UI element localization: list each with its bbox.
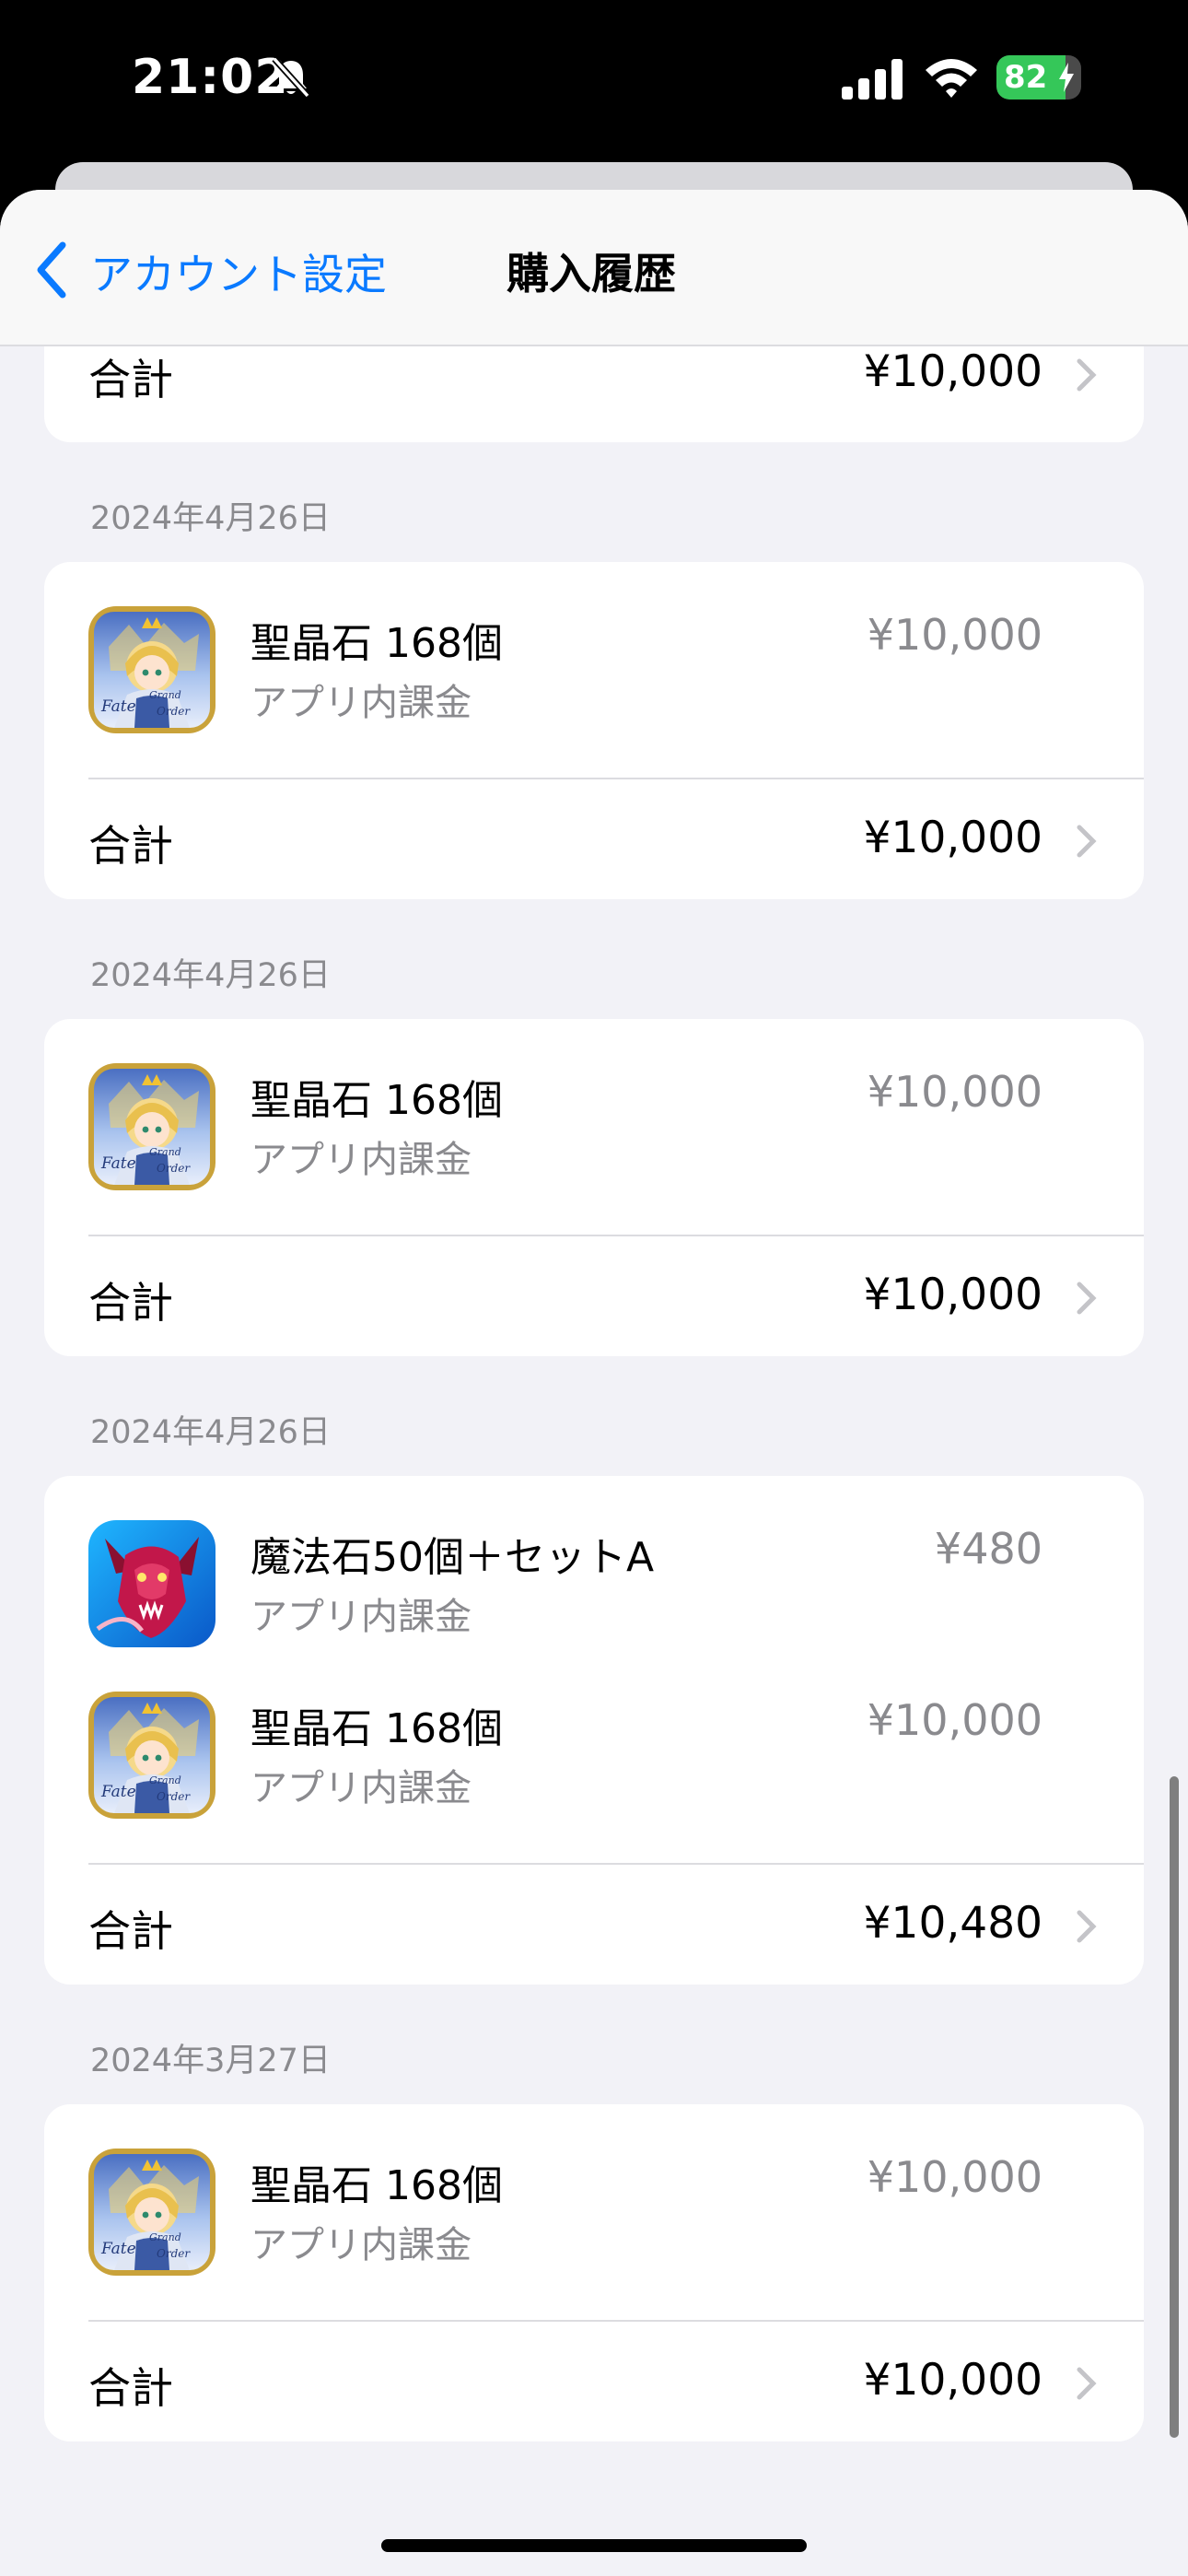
navigation-bar: アカウント設定 購入履歴 — [0, 190, 1188, 346]
item-title: 聖晶石 168個 — [250, 2162, 503, 2209]
total-label: 合計 — [88, 2363, 173, 2413]
item-price: ¥10,000 — [867, 2152, 1042, 2202]
total-label: 合計 — [88, 1278, 173, 1328]
fate-grand-order-icon — [88, 1692, 215, 1819]
chevron-right-icon — [1077, 1282, 1097, 1315]
item-type: アプリ内課金 — [250, 1767, 472, 1809]
fate-grand-order-icon — [88, 2149, 215, 2276]
purchase-item[interactable]: 魔法石50個＋セットA アプリ内課金 ¥480 — [44, 1476, 1144, 1647]
total-label: 合計 — [88, 1906, 173, 1956]
item-title: 魔法石50個＋セットA — [250, 1534, 655, 1581]
item-type: アプリ内課金 — [250, 2224, 472, 2266]
item-title: 聖晶石 168個 — [250, 1705, 503, 1752]
item-price: ¥10,000 — [867, 1695, 1042, 1745]
purchase-date: 2024年4月26日 — [90, 1414, 331, 1451]
purchase-item[interactable]: 聖晶石 168個 アプリ内課金 ¥10,000 — [44, 562, 1144, 733]
fate-grand-order-icon — [88, 606, 215, 733]
chevron-right-icon — [1077, 2367, 1097, 2400]
total-price: ¥10,480 — [863, 1898, 1042, 1949]
purchase-date: 2024年4月26日 — [90, 500, 331, 537]
total-row[interactable]: 合計 ¥10,480 — [44, 1865, 1144, 1985]
item-type: アプリ内課金 — [250, 682, 472, 724]
chevron-right-icon — [1077, 358, 1097, 392]
wifi-icon — [926, 59, 977, 98]
total-price: ¥10,000 — [863, 813, 1042, 863]
page-title: 購入履歴 — [507, 249, 676, 299]
status-time: 21:02 — [132, 50, 289, 105]
purchase-card[interactable]: 聖晶石 168個 アプリ内課金 ¥10,000 合計 ¥10,000 — [44, 1019, 1144, 1356]
item-price: ¥480 — [934, 1524, 1042, 1574]
item-price: ¥10,000 — [867, 1067, 1042, 1117]
item-type: アプリ内課金 — [250, 1139, 472, 1181]
item-price: ¥10,000 — [867, 610, 1042, 660]
purchase-card[interactable]: 魔法石50個＋セットA アプリ内課金 ¥480 聖晶石 168個 アプリ内課金 … — [44, 1476, 1144, 1985]
scrollbar[interactable] — [1170, 1776, 1179, 2438]
purchase-date: 2024年4月26日 — [90, 957, 331, 994]
purchase-date: 2024年3月27日 — [90, 2043, 331, 2079]
purchase-card[interactable]: 聖晶石 168個 アプリ内課金 ¥10,000 合計 ¥10,000 — [44, 562, 1144, 899]
battery-percentage: 82 — [1004, 59, 1048, 96]
purchase-item[interactable]: 聖晶石 168個 アプリ内課金 ¥10,000 — [44, 1647, 1144, 1819]
total-price: ¥10,000 — [863, 346, 1042, 397]
chevron-right-icon — [1077, 1910, 1097, 1943]
purchase-item[interactable]: 聖晶石 168個 アプリ内課金 ¥10,000 — [44, 1019, 1144, 1190]
total-price: ¥10,000 — [863, 1270, 1042, 1320]
item-title: 聖晶石 168個 — [250, 620, 503, 667]
total-row[interactable]: 合計 ¥10,000 — [44, 779, 1144, 899]
total-label: 合計 — [88, 355, 173, 404]
battery-indicator: 82 — [996, 55, 1081, 100]
item-type: アプリ内課金 — [250, 1596, 472, 1638]
chevron-right-icon — [1077, 825, 1097, 858]
home-indicator[interactable] — [381, 2539, 807, 2552]
battery-charging-icon — [1059, 63, 1074, 92]
total-price: ¥10,000 — [863, 2355, 1042, 2406]
fate-grand-order-icon — [88, 1063, 215, 1190]
purchase-item[interactable]: 聖晶石 168個 アプリ内課金 ¥10,000 — [44, 2104, 1144, 2276]
back-button[interactable]: アカウント設定 — [90, 241, 387, 302]
purchase-card[interactable]: 聖晶石 168個 アプリ内課金 ¥10,000 合計 ¥10,000 — [44, 2104, 1144, 2441]
cellular-signal-icon — [842, 59, 903, 100]
bell-slash-icon — [272, 56, 310, 99]
puzzle-and-dragons-icon — [88, 1520, 215, 1647]
back-chevron-icon[interactable] — [33, 241, 70, 299]
total-label: 合計 — [88, 821, 173, 871]
total-row[interactable]: 合計 ¥10,000 — [44, 2322, 1144, 2441]
status-bar: 21:02 82 — [0, 0, 1188, 166]
item-title: 聖晶石 168個 — [250, 1077, 503, 1124]
total-row[interactable]: 合計 ¥10,000 — [44, 1236, 1144, 1356]
purchase-history-sheet: アカウント設定 購入履歴 合計 ¥10,000 2024年4月26日 聖晶石 1… — [0, 190, 1188, 2576]
